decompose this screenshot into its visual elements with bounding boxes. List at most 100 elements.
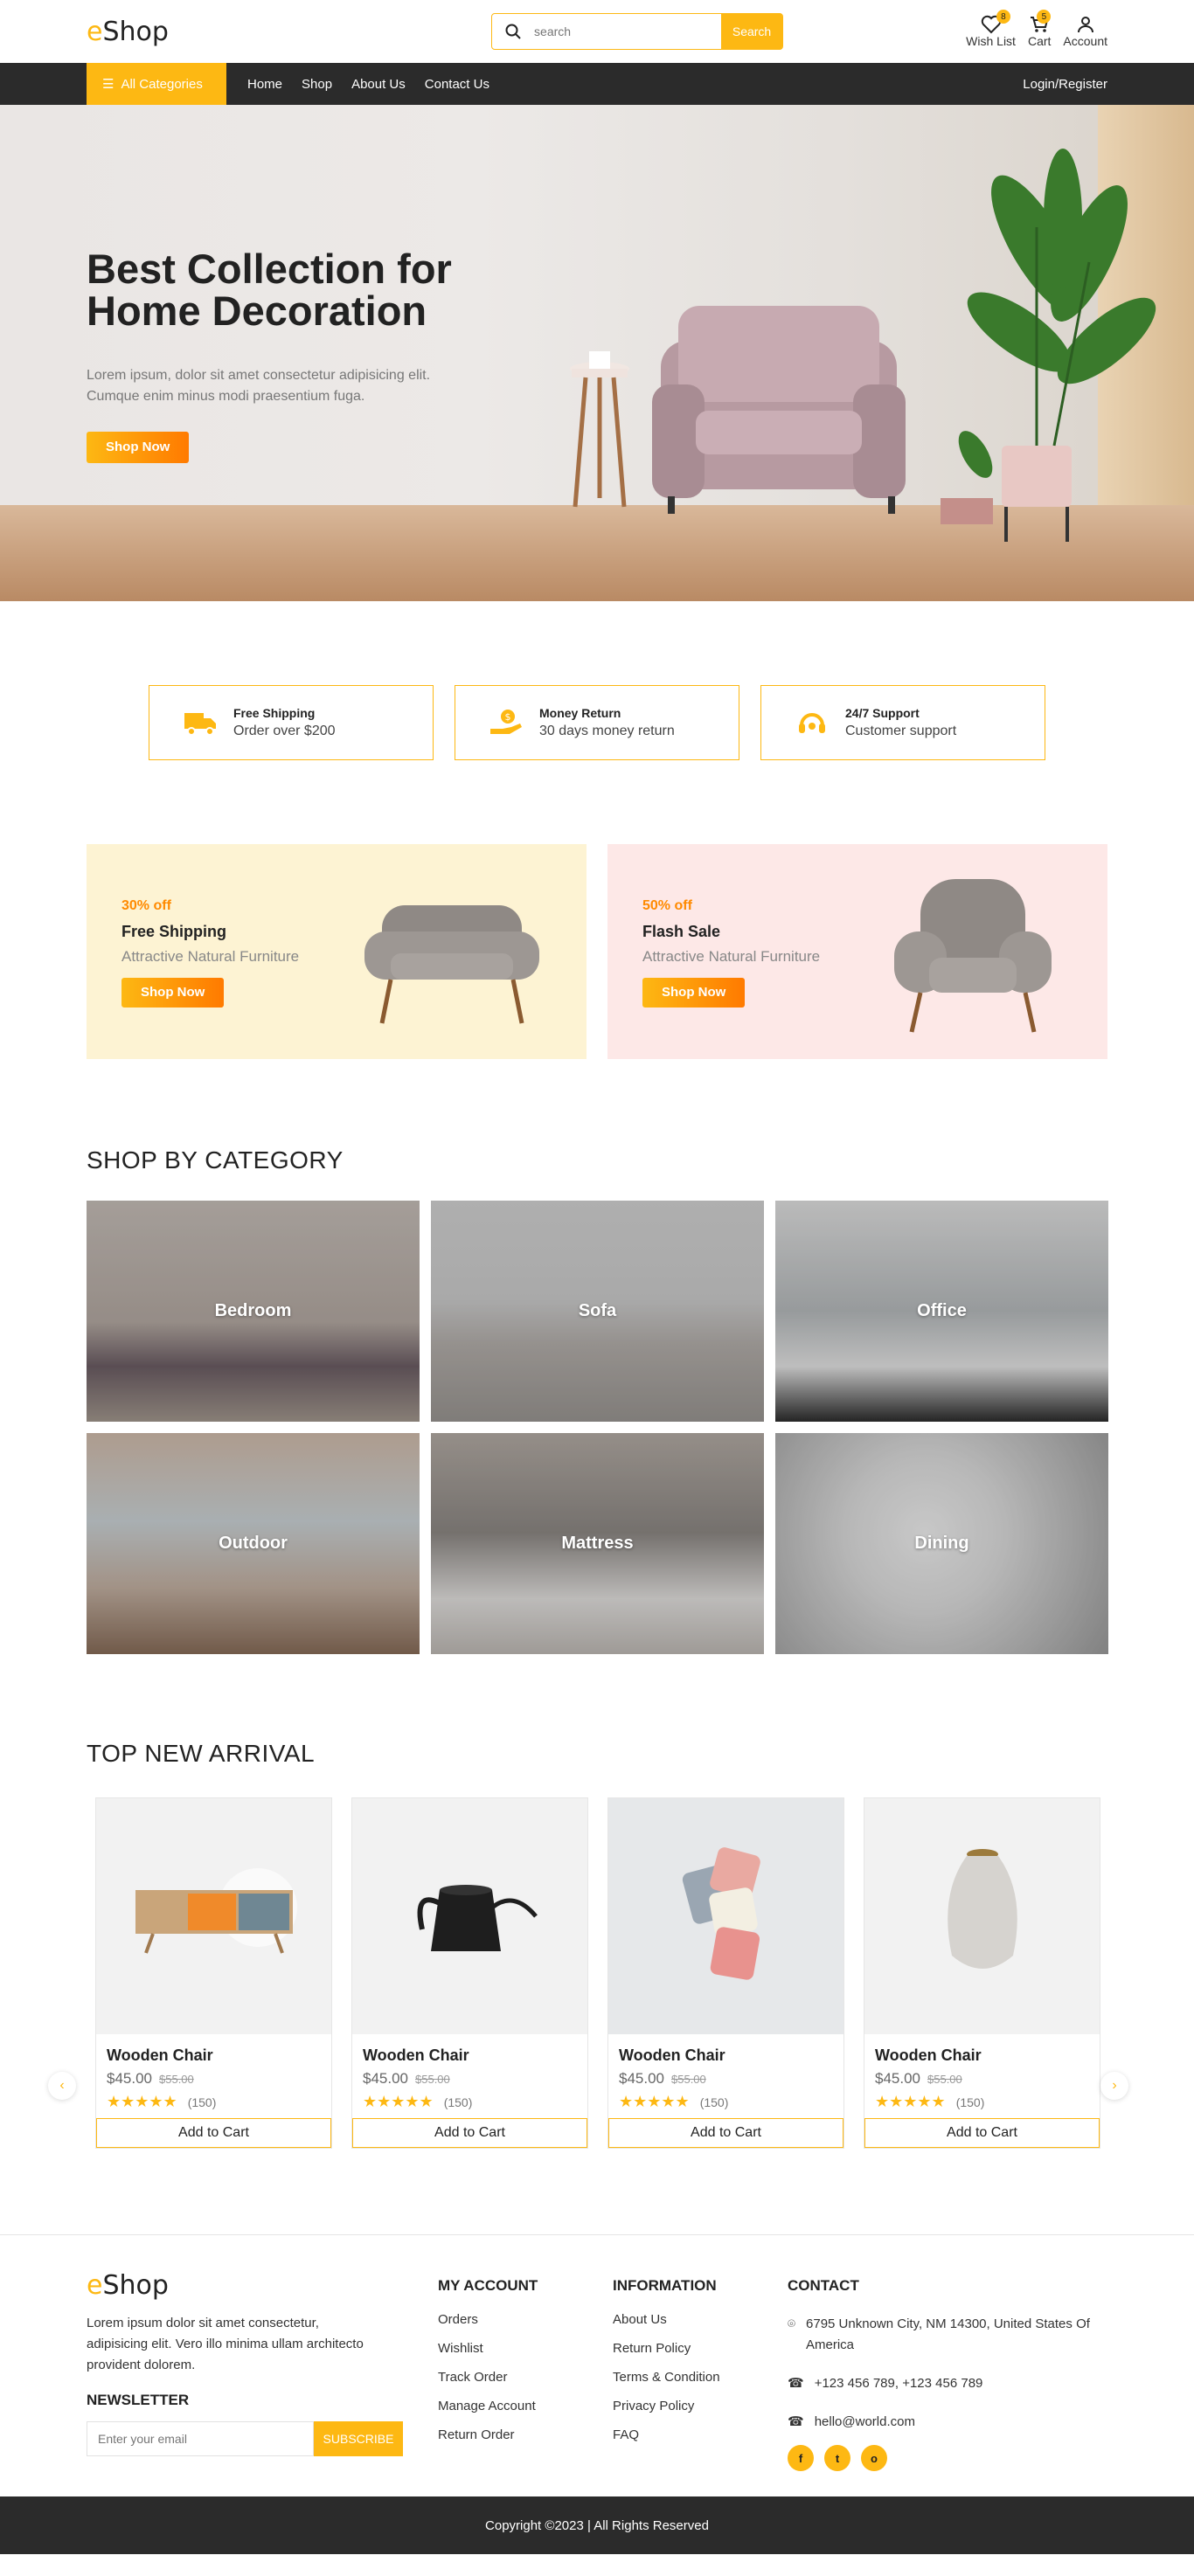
contact-email[interactable]: hello@world.com — [815, 2412, 915, 2433]
footer-link[interactable]: Manage Account — [438, 2399, 613, 2413]
hero-title: Best Collection for Home Decoration — [87, 246, 452, 334]
search-input[interactable] — [534, 24, 722, 38]
product-card[interactable]: Wooden Chair $45.00 $55.00 ★★★★★ (150) Add… — [607, 1797, 844, 2149]
login-register-link[interactable]: Login/Register — [1023, 77, 1107, 92]
carousel-prev-button[interactable]: ‹ — [48, 2072, 76, 2100]
sofa-image — [364, 905, 539, 1024]
product-card[interactable]: Wooden Chair $45.00 $55.00 ★★★★★ (150) Add… — [95, 1797, 332, 2149]
product-price: $45.00 — [875, 2070, 920, 2087]
newsletter-email-input[interactable] — [87, 2421, 314, 2456]
instagram-icon[interactable]: o — [861, 2445, 887, 2471]
nav-about[interactable]: About Us — [351, 77, 406, 92]
product-rating: ★★★★★ (150) — [619, 2093, 729, 2110]
cups-image — [682, 1847, 760, 1980]
category-dining[interactable]: Dining — [775, 1433, 1108, 1654]
product-card[interactable]: Wooden Chair $45.00 $55.00 ★★★★★ (150) Add… — [864, 1797, 1100, 2149]
product-name[interactable]: Wooden Chair — [107, 2046, 321, 2065]
product-name[interactable]: Wooden Chair — [619, 2046, 833, 2065]
account-link[interactable]: Account — [1063, 15, 1107, 48]
category-bedroom[interactable]: Bedroom — [87, 1201, 420, 1422]
svg-text:$: $ — [505, 711, 511, 723]
search-icon[interactable] — [492, 23, 534, 40]
contact-address: 6795 Unknown City, NM 14300, United Stat… — [806, 2316, 1090, 2352]
menu-icon: ☰ — [102, 77, 115, 92]
category-office[interactable]: Office — [775, 1201, 1108, 1422]
promo-shop-now-button[interactable]: Shop Now — [642, 978, 746, 1008]
add-to-cart-button[interactable]: Add to Cart — [352, 2118, 587, 2148]
feature-support: 24/7 Support Customer support — [760, 685, 1045, 760]
product-rating: ★★★★★ (150) — [107, 2093, 217, 2110]
phone-icon: ☎ — [788, 2376, 804, 2391]
star-icons: ★★★★★ — [619, 2093, 690, 2110]
star-icons: ★★★★★ — [107, 2093, 177, 2110]
search-button[interactable]: Search — [721, 13, 783, 50]
footer-link[interactable]: About Us — [613, 2312, 788, 2327]
features-row: Free Shipping Order over $200 $ Money Ret… — [0, 685, 1194, 760]
phone-icon: ☎ — [788, 2414, 804, 2429]
promo-shop-now-button[interactable]: Shop Now — [121, 978, 225, 1008]
twitter-icon[interactable]: t — [824, 2445, 850, 2471]
add-to-cart-button[interactable]: Add to Cart — [608, 2118, 843, 2148]
product-price: $45.00 — [107, 2070, 152, 2087]
money-hand-icon: $ — [490, 710, 522, 734]
nav-shop[interactable]: Shop — [302, 77, 332, 92]
headset-icon — [799, 713, 825, 733]
feature-free-shipping: Free Shipping Order over $200 — [149, 685, 434, 760]
category-outdoor[interactable]: Outdoor — [87, 1433, 420, 1654]
search-bar: Search — [491, 13, 784, 50]
product-image[interactable] — [352, 1798, 587, 2034]
product-card[interactable]: Wooden Chair $45.00 $55.00 ★★★★★ (150) Add… — [351, 1797, 588, 2149]
hero-shop-now-button[interactable]: Shop Now — [87, 432, 190, 463]
footer-link[interactable]: FAQ — [613, 2427, 788, 2442]
main-nav: ☰ All Categories Home Shop About Us Cont… — [0, 63, 1194, 105]
product-rating: ★★★★★ (150) — [363, 2093, 473, 2110]
footer-link[interactable]: Return Policy — [613, 2341, 788, 2356]
facebook-icon[interactable]: f — [788, 2445, 814, 2471]
add-to-cart-button[interactable]: Add to Cart — [96, 2118, 331, 2148]
carousel-next-button[interactable]: › — [1100, 2072, 1128, 2100]
hero-furniture-image — [570, 149, 1156, 542]
footer-link[interactable]: Orders — [438, 2312, 613, 2327]
contact-phone[interactable]: +123 456 789, +123 456 789 — [815, 2373, 983, 2394]
footer-link[interactable]: Track Order — [438, 2370, 613, 2385]
footer-link[interactable]: Privacy Policy — [613, 2399, 788, 2413]
all-categories-button[interactable]: ☰ All Categories — [87, 63, 226, 105]
section-title: SHOP BY CATEGORY — [87, 1146, 344, 1174]
chevron-right-icon: › — [1112, 2078, 1117, 2093]
product-name[interactable]: Wooden Chair — [363, 2046, 577, 2065]
footer-link[interactable]: Terms & Condition — [613, 2370, 788, 2385]
cabinet-image — [135, 1868, 297, 1954]
product-old-price: $55.00 — [927, 2073, 962, 2086]
nav-home[interactable]: Home — [247, 77, 282, 92]
logo[interactable]: eShop — [87, 17, 169, 47]
promo-free-shipping: 30% off Free Shipping Attractive Natural… — [87, 844, 587, 1059]
category-mattress[interactable]: Mattress — [431, 1433, 764, 1654]
shop-by-category: SHOP BY CATEGORY Bedroom Sofa Office Out… — [87, 1146, 1108, 1654]
footer-logo[interactable]: eShop — [87, 2270, 438, 2301]
footer-link[interactable]: Return Order — [438, 2427, 613, 2442]
product-name[interactable]: Wooden Chair — [875, 2046, 1089, 2065]
star-icons: ★★★★★ — [363, 2093, 434, 2110]
category-sofa[interactable]: Sofa — [431, 1201, 764, 1422]
add-to-cart-button[interactable]: Add to Cart — [864, 2118, 1100, 2148]
subscribe-button[interactable]: SUBSCRIBE — [314, 2421, 403, 2456]
product-image[interactable] — [864, 1798, 1100, 2034]
footer-link[interactable]: Wishlist — [438, 2341, 613, 2356]
hero-banner: Best Collection for Home Decoration Lore… — [0, 105, 1194, 601]
product-price: $45.00 — [619, 2070, 664, 2087]
hero-text: Lorem ipsum, dolor sit amet consectetur … — [87, 368, 431, 404]
product-old-price: $55.00 — [671, 2073, 706, 2086]
feature-money-return: $ Money Return 30 days money return — [455, 685, 739, 760]
user-icon — [1077, 17, 1093, 33]
star-icons: ★★★★★ — [875, 2093, 946, 2110]
nav-contact[interactable]: Contact Us — [425, 77, 489, 92]
cart-link[interactable]: 5 Cart — [1028, 10, 1052, 48]
location-pin-icon: ⌾ — [788, 2316, 796, 2331]
footer-col-title: CONTACT — [788, 2277, 859, 2294]
copyright-bar: Copyright ©2023 | All Rights Reserved — [0, 2496, 1194, 2554]
header: eShop Search 8 Wish List 5 Cart Account — [0, 0, 1194, 63]
wishlist-link[interactable]: 8 Wish List — [966, 10, 1016, 48]
footer-col-title: MY ACCOUNT — [438, 2277, 538, 2294]
product-image[interactable] — [608, 1798, 843, 2034]
product-image[interactable] — [96, 1798, 331, 2034]
